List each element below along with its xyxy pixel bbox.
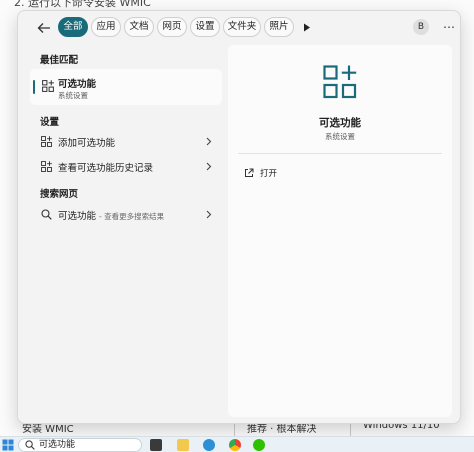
optional-features-icon [41, 136, 52, 147]
wechat-icon[interactable] [253, 439, 265, 451]
best-match-subtitle: 系统设置 [58, 91, 88, 100]
web-search-hint: - 查看更多搜索结果 [99, 212, 165, 221]
tab-web[interactable]: 网页 [157, 17, 187, 37]
more-tabs-button[interactable] [301, 21, 313, 33]
preview-subtitle: 系统设置 [325, 132, 355, 141]
open-action-label: 打开 [260, 169, 278, 179]
filter-tab-bar: 全部 应用 文档 网页 设置 文件夹 照片 B ⋯ [18, 11, 460, 45]
more-options-button[interactable]: ⋯ [442, 19, 456, 35]
settings-section-title: 设置 [40, 117, 60, 128]
list-item-web-search[interactable]: 可选功能 - 查看更多搜索结果 [30, 204, 222, 226]
play-icon [304, 23, 310, 31]
list-item-add-optional-feature[interactable]: 添加可选功能 [30, 131, 222, 153]
chevron-right-icon [206, 210, 212, 219]
search-icon [25, 440, 35, 450]
optional-features-icon [41, 161, 52, 172]
arrow-left-icon [37, 23, 50, 33]
chevron-right-icon [206, 162, 212, 171]
optional-features-icon [323, 65, 357, 99]
tab-all[interactable]: 全部 [58, 17, 88, 37]
preview-pane: 可选功能 系统设置 打开 [228, 45, 452, 417]
windows-start-icon[interactable] [2, 439, 14, 451]
web-search-query: 可选功能 [58, 211, 97, 222]
preview-title: 可选功能 [319, 117, 361, 129]
tab-photos[interactable]: 照片 [264, 17, 294, 37]
taskbar: 可选功能 [0, 436, 474, 452]
best-match-result[interactable]: 可选功能 系统设置 [30, 69, 222, 105]
open-action[interactable]: 打开 [238, 163, 438, 185]
background-heading: 2. 运行以下命令安装 WMIC [14, 0, 151, 9]
file-icon[interactable] [150, 439, 162, 451]
back-button[interactable] [36, 20, 52, 36]
tab-folders[interactable]: 文件夹 [223, 17, 261, 37]
best-match-title: 最佳匹配 [40, 55, 79, 66]
tab-documents[interactable]: 文档 [124, 17, 154, 37]
selection-indicator [33, 80, 35, 94]
folder-icon[interactable] [177, 439, 189, 451]
taskbar-search-input[interactable]: 可选功能 [39, 439, 75, 451]
open-external-icon [245, 168, 254, 177]
search-flyout: 全部 应用 文档 网页 设置 文件夹 照片 B ⋯ 最佳匹配 可选功能 系统设置… [17, 10, 461, 424]
chevron-right-icon [206, 137, 212, 146]
taskbar-search-box[interactable]: 可选功能 [18, 438, 142, 452]
avatar[interactable]: B [413, 19, 429, 35]
list-item-label: 添加可选功能 [58, 138, 116, 149]
divider [238, 153, 442, 154]
list-item-label: 查看可选功能历史记录 [58, 163, 154, 174]
search-icon [41, 209, 52, 220]
web-search-section-title: 搜索网页 [40, 189, 79, 200]
optional-features-icon [42, 80, 54, 92]
tab-apps[interactable]: 应用 [91, 17, 121, 37]
web-search-label: 可选功能 - 查看更多搜索结果 [58, 208, 164, 222]
chrome-icon[interactable] [229, 439, 241, 451]
refresh-icon[interactable] [203, 439, 215, 451]
list-item-view-feature-history[interactable]: 查看可选功能历史记录 [30, 156, 222, 178]
best-match-name: 可选功能 [58, 79, 97, 90]
tab-settings[interactable]: 设置 [190, 17, 220, 37]
